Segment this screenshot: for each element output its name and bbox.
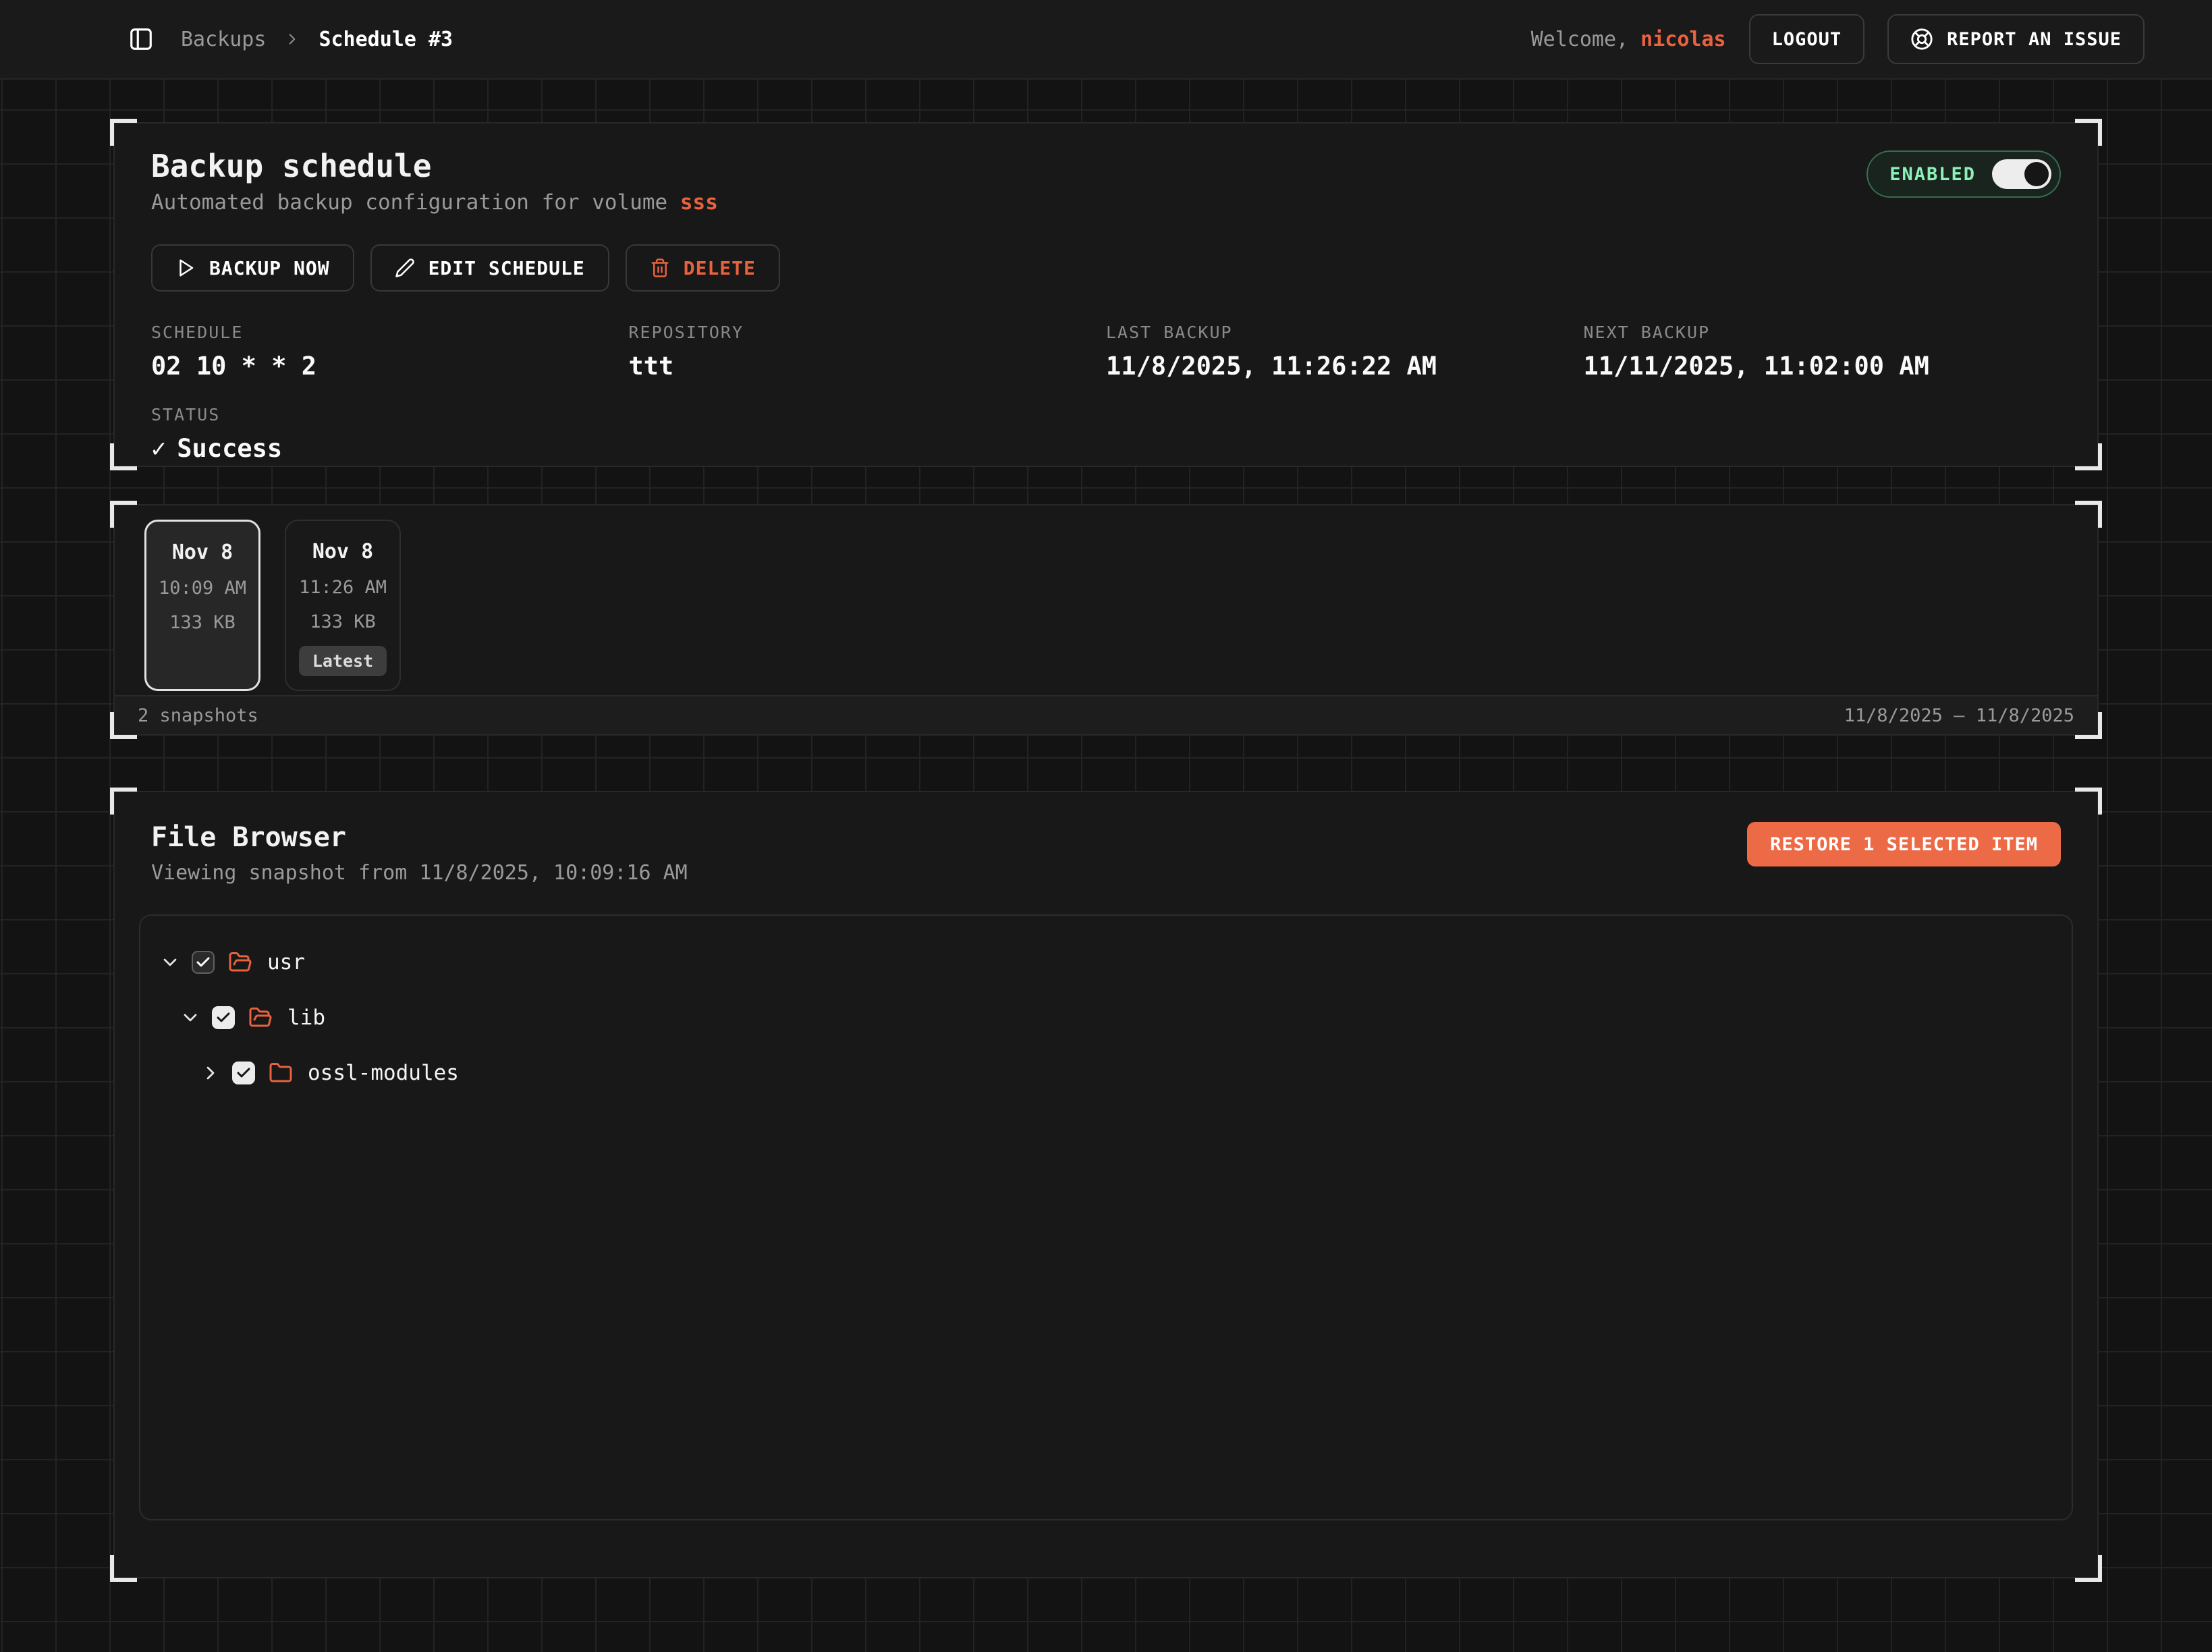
sidebar-toggle-icon[interactable] <box>128 26 154 52</box>
field-schedule: SCHEDULE 02 10 * * 2 <box>151 323 629 381</box>
tree-row-lib[interactable]: lib <box>179 990 2072 1045</box>
folder-icon <box>269 1061 293 1085</box>
snapshot-count: 2 snapshots <box>138 705 258 726</box>
folder-open-icon <box>248 1006 273 1030</box>
pencil-icon <box>395 258 415 278</box>
checkbox-checked[interactable] <box>212 1006 235 1029</box>
chevron-down-icon[interactable] <box>179 1007 201 1028</box>
chevron-right-icon[interactable] <box>200 1062 221 1084</box>
breadcrumb-backups-link[interactable]: Backups <box>181 28 266 51</box>
snapshots-footer: 2 snapshots 11/8/2025 – 11/8/2025 <box>115 695 2097 734</box>
topbar-right: Welcome, nicolas LOGOUT REPORT AN ISSUE <box>1531 14 2145 64</box>
trash-icon <box>650 258 670 278</box>
restore-selected-button[interactable]: RESTORE 1 SELECTED ITEM <box>1747 822 2061 866</box>
snapshot-date-range: 11/8/2025 – 11/8/2025 <box>1844 705 2074 726</box>
frame-corner <box>110 119 137 146</box>
frame-corner <box>2075 443 2102 470</box>
backup-schedule-section: Backup schedule Automated backup configu… <box>113 122 2099 467</box>
checkbox-checked[interactable] <box>232 1062 255 1084</box>
file-browser-section: File Browser Viewing snapshot from 11/8/… <box>113 791 2099 1578</box>
edit-schedule-button[interactable]: EDIT SCHEDULE <box>370 244 609 292</box>
breadcrumb: Backups Schedule #3 <box>181 28 453 51</box>
field-status: STATUS ✓ Success <box>151 405 629 463</box>
volume-name: sss <box>680 190 718 215</box>
breadcrumb-current-page: Schedule #3 <box>319 28 453 51</box>
topbar: Backups Schedule #3 Welcome, nicolas LOG… <box>0 0 2212 80</box>
snapshots-section: Nov 8 10:09 AM 133 KB Nov 8 11:26 AM 133… <box>113 504 2099 736</box>
check-icon: ✓ <box>151 434 166 463</box>
latest-badge: Latest <box>299 646 387 676</box>
play-icon <box>175 258 196 278</box>
frame-corner <box>2075 119 2102 146</box>
toggle-knob <box>2024 162 2049 186</box>
page: Backups Schedule #3 Welcome, nicolas LOG… <box>0 0 2212 1652</box>
folder-open-icon <box>228 950 252 974</box>
tree-row-ossl-modules[interactable]: ossl-modules <box>200 1045 2072 1101</box>
chevron-right-icon <box>283 30 301 48</box>
backup-now-button[interactable]: BACKUP NOW <box>151 244 354 292</box>
snapshot-card-selected[interactable]: Nov 8 10:09 AM 133 KB <box>144 520 260 691</box>
checkbox-checked[interactable] <box>192 951 215 974</box>
tree-row-usr[interactable]: usr <box>159 935 2072 990</box>
logout-button[interactable]: LOGOUT <box>1749 14 1865 64</box>
file-browser-title: File Browser <box>151 822 688 853</box>
tree-label: usr <box>267 950 305 974</box>
status-badge: Success <box>177 434 282 463</box>
file-browser-subtitle: Viewing snapshot from 11/8/2025, 10:09:1… <box>151 861 688 885</box>
delete-button[interactable]: DELETE <box>626 244 780 292</box>
enabled-label: ENABLED <box>1889 164 1976 185</box>
enabled-toggle[interactable]: ENABLED <box>1867 150 2061 198</box>
frame-corner <box>110 443 137 470</box>
username: nicolas <box>1640 28 1725 51</box>
lifebuoy-icon <box>1910 28 1933 51</box>
section-subtitle: Automated backup configuration for volum… <box>151 190 718 215</box>
chevron-down-icon[interactable] <box>159 952 181 973</box>
topbar-left: Backups Schedule #3 <box>128 26 453 52</box>
field-next-backup: NEXT BACKUP 11/11/2025, 11:02:00 AM <box>1584 323 2062 381</box>
section-title: Backup schedule <box>151 148 718 185</box>
toggle-switch[interactable] <box>1992 159 2051 189</box>
file-tree: usr lib <box>139 914 2073 1520</box>
field-repository: REPOSITORY ttt <box>629 323 1107 381</box>
snapshot-card[interactable]: Nov 8 11:26 AM 133 KB Latest <box>285 520 401 691</box>
report-issue-button[interactable]: REPORT AN ISSUE <box>1887 14 2145 64</box>
welcome-text: Welcome, nicolas <box>1531 28 1726 51</box>
frame-corner <box>110 1555 137 1582</box>
frame-corner <box>2075 1555 2102 1582</box>
field-last-backup: LAST BACKUP 11/8/2025, 11:26:22 AM <box>1106 323 1584 381</box>
tree-label: ossl-modules <box>308 1061 459 1085</box>
tree-label: lib <box>287 1006 325 1030</box>
